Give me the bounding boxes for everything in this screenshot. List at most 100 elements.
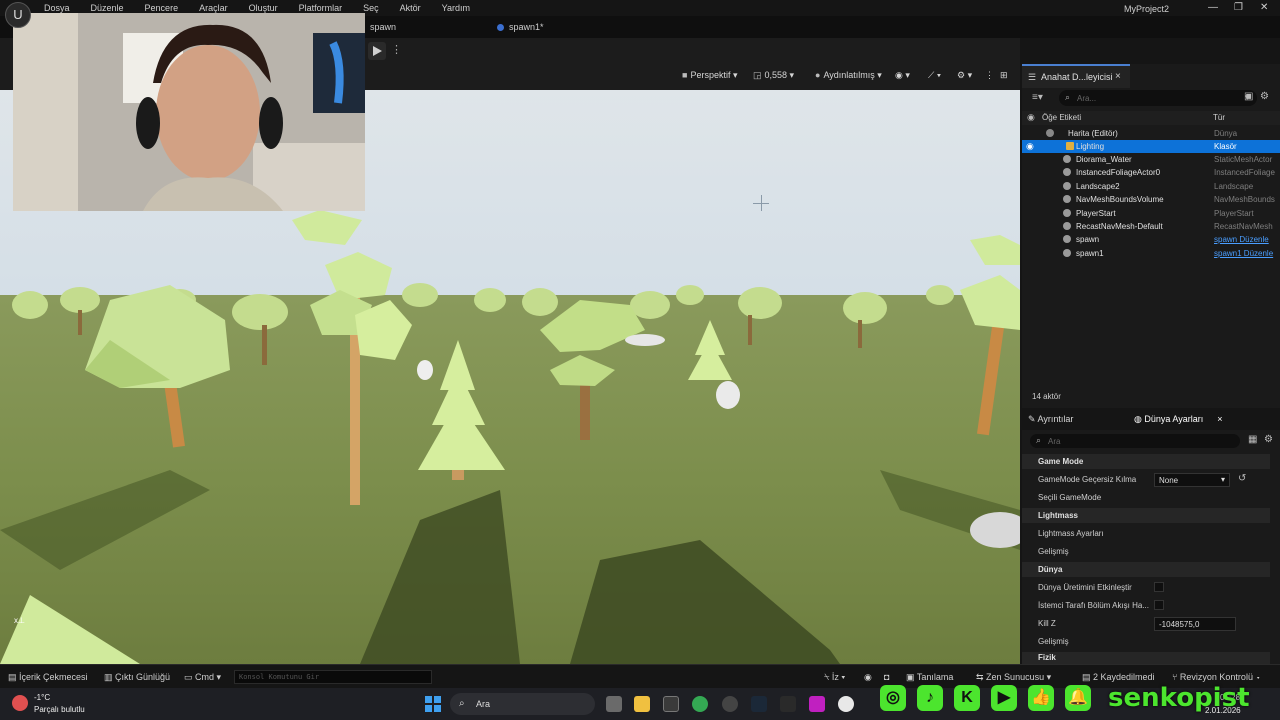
layout-icon[interactable]: ⊞ [1000, 70, 1008, 81]
menu-window[interactable]: Pencere [145, 3, 179, 13]
menu-build[interactable]: Oluştur [249, 3, 278, 13]
file-explorer-icon[interactable] [634, 696, 650, 712]
lighting-mode-button[interactable]: ● Aydınlatılmış ▾ [815, 70, 882, 81]
unreal-engine-icon[interactable] [838, 696, 854, 712]
close-icon[interactable]: × [1115, 71, 1121, 82]
log-icon: ▥ [104, 672, 116, 682]
menu-platforms[interactable]: Platformlar [299, 3, 343, 13]
play-options-icon[interactable]: ⋮ [391, 43, 402, 56]
camera-icon[interactable]: ◘ [884, 672, 889, 682]
unsaved-button[interactable]: ▤ 2 Kaydedilmedi [1082, 672, 1155, 683]
menu-edit[interactable]: Düzenle [91, 3, 124, 13]
section-game-mode[interactable]: Game Mode [1022, 454, 1270, 469]
world-partition-checkbox[interactable] [1154, 582, 1164, 592]
unreal-logo-icon[interactable]: U [5, 2, 31, 28]
menu-actor[interactable]: Aktör [400, 3, 421, 13]
menu-help[interactable]: Yardım [442, 3, 470, 13]
section-lightmass[interactable]: Lightmass [1022, 508, 1270, 523]
diagnostics-button[interactable]: ▣ Tanılama [906, 672, 953, 683]
outliner-row[interactable]: spawn1 spawn1 Düzenle [1022, 247, 1280, 260]
minimize-icon[interactable]: — [1208, 2, 1218, 13]
taskbar-search[interactable]: ⌕ Ara [450, 693, 595, 715]
outliner-row[interactable]: spawn spawn Düzenle [1022, 233, 1280, 246]
view-mode-button[interactable]: ■ Perspektif ▾ [682, 70, 738, 81]
editor-app-icon[interactable] [809, 696, 825, 712]
task-view-icon[interactable] [606, 696, 622, 712]
tiktok-icon: ♪ [917, 685, 943, 711]
prop-lightmass-settings[interactable]: Lightmass Ayarları [1038, 529, 1104, 538]
row-type: StaticMeshActor [1214, 155, 1273, 164]
menu-select[interactable]: Seç [363, 3, 379, 13]
weather-description[interactable]: Parçalı bulutlu [34, 705, 85, 714]
menu-file[interactable]: Dosya [44, 3, 70, 13]
settings-gear-icon[interactable]: ⚙ [1260, 91, 1269, 102]
folder-add-icon[interactable]: ▣ [1244, 91, 1253, 102]
zen-server-dropdown[interactable]: ⇆ Zen Sunucusu ▾ [976, 672, 1051, 683]
tab-spawn[interactable]: spawn [370, 22, 396, 32]
tab-world-settings[interactable]: ◍ Dünya Ayarları × [1134, 414, 1223, 425]
outliner-row[interactable]: RecastNavMesh-Default RecastNavMesh [1022, 220, 1280, 233]
outliner-icon: ☰ [1028, 72, 1037, 82]
close-icon[interactable]: × [1217, 414, 1222, 424]
windows-start-icon[interactable] [425, 696, 441, 712]
kill-z-input[interactable]: -1048575,0 [1154, 617, 1236, 631]
globe-icon: ◍ [1134, 414, 1145, 424]
edit-spawn1-link[interactable]: spawn1 Düzenle [1214, 249, 1280, 258]
details-search-input[interactable]: ⌕ Ara [1030, 434, 1240, 448]
output-log-button[interactable]: ▥ Çıktı Günlüğü [104, 672, 170, 683]
play-button[interactable] [368, 42, 386, 60]
settings-gear-icon[interactable]: ⚙ [1264, 434, 1273, 445]
gamemode-dropdown[interactable]: None ▾ [1154, 473, 1230, 487]
outliner-row-selected[interactable]: ◉ Lighting Klasör [1022, 140, 1280, 153]
actor-icon [1063, 222, 1071, 230]
fov-button[interactable]: ◲ 0,558 ▾ [753, 70, 794, 81]
store-icon[interactable] [663, 696, 679, 712]
close-icon[interactable]: ✕ [1260, 2, 1268, 13]
settings-gear-icon[interactable]: ⚙ ▾ [957, 70, 972, 81]
table-view-icon[interactable]: ▦ [1248, 434, 1257, 445]
row-name: NavMeshBoundsVolume [1076, 195, 1164, 204]
console-input[interactable]: Konsol Komutunu Gir [234, 670, 432, 684]
viewport-options-icon[interactable]: ⋮ [985, 70, 994, 81]
prop-advanced[interactable]: Gelişmiş [1038, 547, 1069, 556]
visibility-icon[interactable]: ◉ [1026, 141, 1034, 152]
chrome-icon[interactable] [692, 696, 708, 712]
client-streaming-checkbox[interactable] [1154, 600, 1164, 610]
revision-control-dropdown[interactable]: ⑂ Revizyon Kontrolü ▾ [1172, 672, 1261, 682]
outliner-row[interactable]: InstancedFoliageActor0 InstancedFoliage [1022, 166, 1280, 179]
weather-temperature[interactable]: -1°C [34, 693, 50, 702]
github-icon[interactable] [722, 696, 738, 712]
transform-icon[interactable]: ⟋ ▾ [928, 70, 941, 81]
epic-games-icon[interactable] [780, 696, 796, 712]
column-type[interactable]: Tür [1213, 113, 1225, 122]
menu-tools[interactable]: Araçlar [199, 3, 228, 13]
bell-icon: 🔔 [1065, 685, 1091, 711]
section-physics[interactable]: Fizik [1022, 652, 1270, 664]
edit-spawn-link[interactable]: spawn Düzenle [1214, 235, 1280, 244]
prop-advanced[interactable]: Gelişmiş [1038, 637, 1069, 646]
visibility-icon[interactable]: ◉ [1027, 112, 1035, 123]
outliner-row[interactable]: Harita (Editör) Dünya [1022, 127, 1280, 140]
section-world[interactable]: Dünya [1022, 562, 1270, 577]
show-flags-icon[interactable]: ◉ ▾ [895, 70, 910, 81]
content-drawer-button[interactable]: ▤ İçerik Çekmecesi [8, 672, 88, 683]
cmd-dropdown[interactable]: ▭ Cmd ▾ [184, 672, 221, 683]
reset-icon[interactable]: ↺ [1238, 473, 1246, 484]
weather-icon[interactable] [12, 695, 28, 711]
column-item-label[interactable]: Öğe Etiketi [1042, 113, 1081, 122]
trace-icon: ⍀ [824, 672, 832, 682]
prop-selected-gamemode[interactable]: Seçili GameMode [1038, 493, 1101, 502]
trace-dropdown[interactable]: ⍀ İz ▾ [824, 672, 845, 683]
outliner-row[interactable]: NavMeshBoundsVolume NavMeshBounds [1022, 193, 1280, 206]
outliner-row[interactable]: PlayerStart PlayerStart [1022, 207, 1280, 220]
filter-icon[interactable]: ≡▾ [1032, 92, 1043, 103]
outliner-search-input[interactable]: ⌕ Ara... ▾ [1059, 90, 1257, 106]
tab-outliner[interactable]: ☰ Anahat D...leyicisi × [1022, 64, 1130, 88]
steam-icon[interactable] [751, 696, 767, 712]
outliner-row[interactable]: Landscape2 Landscape [1022, 180, 1280, 193]
maximize-icon[interactable]: ❐ [1234, 2, 1243, 13]
tab-details[interactable]: ✎ Ayrıntılar [1028, 414, 1073, 425]
outliner-row[interactable]: Diorama_Water StaticMeshActor [1022, 153, 1280, 166]
record-icon[interactable]: ◉ [864, 672, 872, 683]
tab-spawn1[interactable]: spawn1* [497, 22, 544, 32]
